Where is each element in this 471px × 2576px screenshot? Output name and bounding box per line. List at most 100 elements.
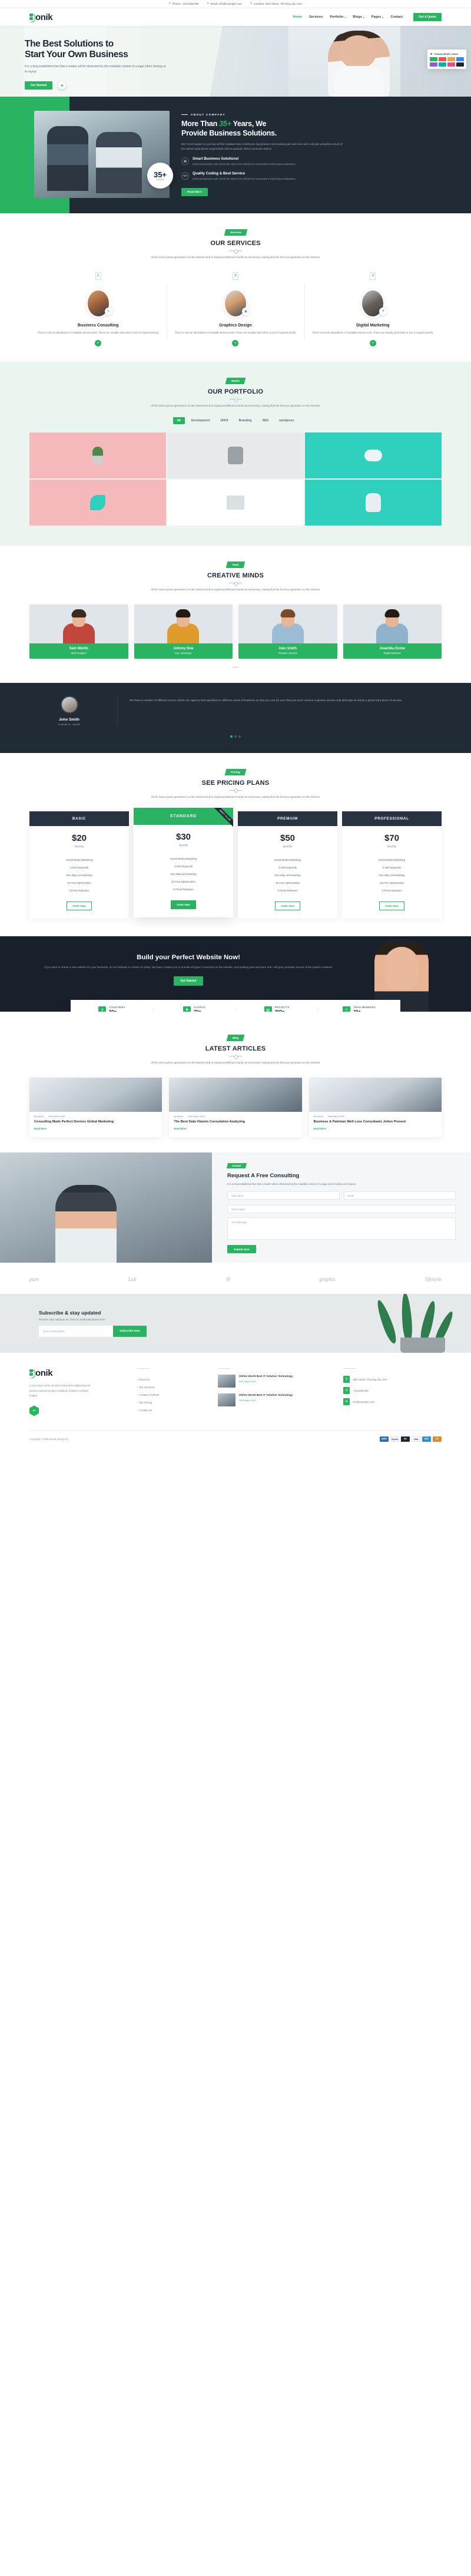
nav-item-blogs[interactable]: Blogs ▾ [353,15,364,19]
request-image [0,1152,212,1263]
portfolio-item-gray-bag[interactable] [167,432,304,479]
filter-development[interactable]: Development [187,417,214,424]
blog-date: 24th March 2020 [48,1115,65,1118]
team-member-card[interactable]: Alex Smith Founder, Director [238,604,337,659]
plan-order-button[interactable]: Order Now [379,901,404,911]
footer-link-our-services[interactable]: Our Services [137,1383,208,1391]
topbar-email[interactable]: ✉ Email: info@example.com [207,2,242,5]
footer-post[interactable]: Define World Best IT Solution Technology… [218,1375,334,1388]
service-text: There is now an abundance of readable du… [174,331,297,334]
pricing-card-premium[interactable]: PREMIUM $50 Monthly Social Media Marketi… [238,811,337,919]
filter-branding[interactable]: Branding [235,417,256,424]
service-plus-button[interactable]: + [232,340,239,347]
plan-order-button[interactable]: Order Now [171,900,196,910]
topbar-phone[interactable]: ✆ Phone: +0123450789 [169,2,198,5]
footer-link-about-us[interactable]: About Us [137,1376,208,1383]
plan-order-button[interactable]: Order Now [67,901,92,911]
nav-item-contact[interactable]: Contact [390,15,403,19]
team-member-card[interactable]: Anamika Dome Digital Marketer [343,604,442,659]
plan-period: Monthly [178,844,188,847]
filter-seo[interactable]: SEO [258,417,273,424]
bulb-icon: ♦ [379,307,387,315]
top-bar: ✆ Phone: +0123450789 ✉ Email: info@example… [0,0,471,8]
testimonial-quote: We have a number of different source whi… [130,699,403,702]
cta-get-started-button[interactable]: Get Started [173,976,204,986]
nav-item-pages[interactable]: Pages ▾ [372,15,384,19]
about-read-more-button[interactable]: Read More [181,188,208,197]
filter-uiux[interactable]: UI/UX [216,417,232,424]
team-slider-arrow-icon[interactable] [233,666,238,668]
footer-link-contact-us[interactable]: Contact Us [137,1406,208,1414]
dot[interactable] [234,735,237,738]
filter-wordpress[interactable]: wordpress [275,417,298,424]
subject-field[interactable]: Your Subject [227,1205,456,1214]
pricing-card-standard[interactable]: BEST PLAN STANDARD $30 Monthly Social Me… [134,808,233,918]
hero-get-started-button[interactable]: Get Started [25,81,52,90]
nav-item-services[interactable]: Services [309,15,323,19]
footer-contact-phone[interactable]: ✆ +0123450789 [343,1387,442,1395]
service-card[interactable]: 1 ✎ Business Consulting There is now an … [29,272,167,347]
portfolio-item-pineapple-plant[interactable] [29,432,166,479]
color-swatch[interactable] [447,57,455,61]
service-plus-button[interactable]: + [369,340,376,347]
color-swatch[interactable] [456,57,464,61]
footer-logo[interactable]: onik [29,1368,128,1379]
team-member-photo [134,604,233,643]
blog-card[interactable]: By Admin 24th March 2020 Business & Pakis… [309,1077,442,1137]
testimonial-role: Founder At - Sunset [58,722,81,726]
blog-read-more-link[interactable]: Read More [314,1127,326,1130]
get-a-quote-button[interactable]: Get A Quote [413,13,442,21]
blog-read-more-link[interactable]: Read More [174,1127,186,1130]
blog-card[interactable]: By Admin 24th March 2020 Consulting Made … [29,1077,162,1137]
color-swatch[interactable] [430,57,437,61]
portfolio-item-paper-leaf[interactable] [29,480,166,526]
footer-link-our-pricing[interactable]: Our Pricing [137,1399,208,1406]
message-field[interactable]: Your Message [227,1217,456,1240]
color-switcher-panel[interactable]: ⚙ Choose Bonik Colors [427,49,466,69]
footer-link-creative-portfolio[interactable]: Creative Portfolio [137,1391,208,1399]
name-field[interactable]: Your name [227,1191,340,1200]
team-member-card[interactable]: Sam Martin Web Designer [29,604,128,659]
pricing-card-basic[interactable]: BASIC $20 Monthly Social Media Marketing… [29,811,129,919]
blog-card[interactable]: By Admin 24th March 2020 The Best Data Vi… [169,1077,302,1137]
service-card[interactable]: 2 ◉ Graphics Design There is now an abun… [167,272,304,347]
logo[interactable]: onik [29,12,53,22]
nav-item-portfolio[interactable]: Portfolio ▾ [330,15,346,19]
dot[interactable] [230,735,233,738]
footer-contact-email[interactable]: ✉ info@example.com [343,1398,442,1406]
portfolio-item-cloud-balloon[interactable] [305,432,442,479]
color-swatch[interactable] [439,62,446,67]
submit-now-button[interactable]: Submit Now [227,1245,256,1254]
amex-card-icon: AMEX [380,1436,389,1442]
share-icon[interactable]: ⚯ [29,1405,39,1416]
nav-item-home[interactable]: Home [293,15,303,19]
team-member-role: Ceo, Developer [174,651,192,655]
request-section: Contact Request A Free Consulting It is … [0,1152,471,1263]
plan-order-button[interactable]: Order Now [275,901,300,911]
team-member-card[interactable]: Johnny Doe Ceo, Developer [134,604,233,659]
service-card[interactable]: 3 ♦ Digital Marketing There is now an ab… [304,272,442,347]
service-text: There is now an abundance of readable du… [37,331,159,334]
email-field[interactable]: Email [343,1191,456,1200]
about-feature-title: Quality Coding & Best Service [193,171,246,176]
play-icon[interactable] [58,81,66,90]
service-plus-button[interactable]: + [95,340,102,347]
color-swatch[interactable] [430,62,437,67]
color-swatch[interactable] [439,57,446,61]
subscribe-now-button[interactable]: Subscribe Now [113,1326,147,1337]
portfolio-item-patterned-backpack[interactable] [305,480,442,526]
footer-contact-list: ⚲ 28/A Street, The king city, USA ✆ +01234… [343,1376,442,1406]
portfolio-item-desk-setup[interactable] [167,480,304,526]
phone-icon: ✆ [168,2,171,5]
subscribe-email-input[interactable]: Your email adress [39,1326,113,1337]
filter-all[interactable]: All [173,417,185,425]
best-plan-ribbon: BEST PLAN [208,808,233,833]
pricing-card-professional[interactable]: PROFESSIONAL $70 Monthly Social Media Ma… [342,811,442,919]
plan-period: Monthly [387,845,397,848]
color-swatch[interactable] [447,62,455,67]
testimonial-dots[interactable] [0,735,471,738]
color-swatch[interactable] [456,62,464,67]
blog-read-more-link[interactable]: Read More [34,1127,47,1130]
footer-post[interactable]: Define World Best IT Solution Technology… [218,1393,334,1407]
dot[interactable] [238,735,241,738]
